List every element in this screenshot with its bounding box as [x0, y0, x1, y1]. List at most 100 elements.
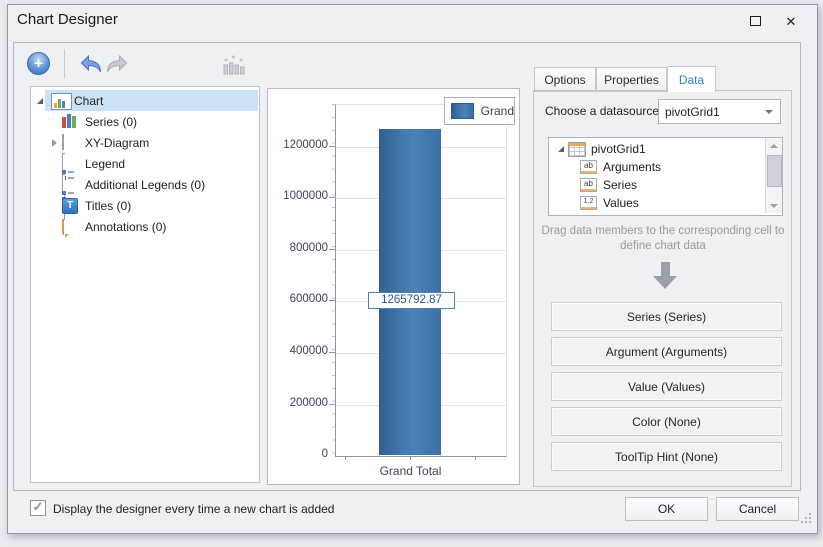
- tab-properties[interactable]: Properties: [596, 67, 667, 92]
- tree-item-annotations[interactable]: Annotations (0): [32, 216, 258, 237]
- field-label: Values: [603, 196, 639, 210]
- cell-color[interactable]: Color (None): [551, 407, 782, 436]
- chevron-down-icon: [765, 110, 773, 114]
- tree-item-chart[interactable]: Chart: [32, 90, 258, 111]
- datasource-label: Choose a datasource:: [545, 104, 662, 118]
- y-tick-label: 800000: [268, 242, 328, 254]
- field-label: pivotGrid1: [591, 142, 646, 156]
- tab-label: Properties: [604, 73, 659, 87]
- series-icon: [62, 114, 77, 128]
- annotations-icon: [62, 219, 64, 235]
- legend-label: Grand: [481, 104, 514, 118]
- datasource-fields-tree: pivotGrid1 ab Arguments ab Series 1.2 Va…: [548, 137, 783, 216]
- field-label: Series: [603, 178, 637, 192]
- tree-item-label: Additional Legends (0): [85, 178, 205, 192]
- chart-icon: [51, 93, 72, 110]
- field-item-arguments[interactable]: ab Arguments: [550, 158, 661, 176]
- scrollbar[interactable]: [765, 138, 782, 213]
- add-chart-element-button[interactable]: +: [27, 52, 50, 75]
- window-title: Chart Designer: [17, 11, 118, 28]
- scroll-up-button[interactable]: [766, 138, 782, 153]
- y-axis-minor-ticks: [332, 104, 335, 455]
- arrow-down-icon: [661, 262, 670, 276]
- ab-icon: ab: [580, 160, 597, 174]
- field-item-series[interactable]: ab Series: [550, 176, 637, 194]
- y-tick-label: 1000000: [268, 190, 328, 202]
- xy-diagram-icon: [62, 134, 64, 150]
- tree-item-additional-legends[interactable]: Additional Legends (0): [32, 174, 258, 195]
- collapse-triangle-icon[interactable]: [49, 139, 59, 147]
- resize-grip-icon: [797, 509, 813, 525]
- scroll-down-button[interactable]: [766, 198, 782, 213]
- ok-label: OK: [658, 502, 675, 516]
- display-designer-checkbox[interactable]: ✓: [30, 500, 46, 516]
- bar-value-label: 1265792.87: [368, 292, 455, 309]
- maximize-button[interactable]: [744, 11, 766, 31]
- tree-selection: Chart: [45, 90, 258, 111]
- table-icon: [568, 142, 586, 157]
- tree-item-titles[interactable]: T Titles (0): [32, 195, 258, 216]
- chart-legend[interactable]: Grand: [444, 97, 515, 125]
- chart-palette-icon: [221, 52, 246, 76]
- field-item-pivotgrid[interactable]: pivotGrid1: [550, 140, 646, 158]
- y-tick-label: 0: [268, 448, 328, 460]
- ab-icon: ab: [580, 178, 597, 192]
- checkbox-label[interactable]: Display the designer every time a new ch…: [53, 502, 334, 516]
- cell-series[interactable]: Series (Series): [551, 302, 782, 331]
- ok-button[interactable]: OK: [625, 497, 708, 521]
- redo-button[interactable]: [105, 55, 129, 76]
- tree-item-xy-diagram[interactable]: XY-Diagram: [32, 132, 258, 153]
- tree-item-label: Chart: [74, 94, 103, 108]
- expand-triangle-icon[interactable]: [35, 98, 45, 104]
- chart-palette-button[interactable]: [221, 52, 246, 79]
- plus-icon: +: [34, 56, 43, 71]
- cell-tooltip-hint[interactable]: ToolTip Hint (None): [551, 442, 782, 471]
- y-tick-label: 600000: [268, 293, 328, 305]
- cell-label: Value (Values): [628, 380, 705, 394]
- cell-label: ToolTip Hint (None): [615, 450, 718, 464]
- tab-label: Options: [544, 73, 585, 87]
- y-tick-label: 400000: [268, 345, 328, 357]
- chart-designer-screenshot: Chart Designer ✕ +: [0, 0, 823, 547]
- legend-swatch: [451, 103, 474, 119]
- redo-icon: [105, 55, 129, 73]
- expand-triangle-icon[interactable]: [556, 146, 566, 152]
- tree-item-label: Titles (0): [85, 199, 131, 213]
- tab-label: Data: [679, 73, 704, 87]
- cell-value[interactable]: Value (Values): [551, 372, 782, 401]
- undo-icon: [79, 55, 103, 73]
- cell-label: Series (Series): [627, 310, 706, 324]
- tab-options[interactable]: Options: [534, 67, 596, 92]
- tree-item-label: Annotations (0): [85, 220, 166, 234]
- cell-label: Argument (Arguments): [606, 345, 727, 359]
- numeric-icon: 1.2: [580, 196, 597, 210]
- scrollbar-thumb[interactable]: [767, 155, 782, 187]
- cancel-button[interactable]: Cancel: [716, 497, 799, 521]
- cell-argument[interactable]: Argument (Arguments): [551, 337, 782, 366]
- chart-elements-tree: Chart Series (0) XY-Diagram Legend Addit…: [30, 86, 260, 483]
- field-label: Arguments: [603, 160, 661, 174]
- toolbar-separator: [64, 49, 65, 78]
- scroll-down-icon: [770, 204, 778, 208]
- tree-item-label: Series (0): [85, 115, 137, 129]
- datasource-combobox[interactable]: pivotGrid1: [658, 99, 781, 124]
- tree-item-series[interactable]: Series (0): [32, 111, 258, 132]
- x-axis-label: Grand Total: [350, 464, 471, 478]
- y-tick-label: 200000: [268, 397, 328, 409]
- cell-label: Color (None): [632, 415, 701, 429]
- maximize-icon: [750, 16, 761, 26]
- scroll-up-icon: [770, 144, 778, 148]
- cancel-label: Cancel: [739, 502, 776, 516]
- y-tick-label: 1200000: [268, 139, 328, 151]
- resize-grip[interactable]: [797, 509, 813, 528]
- tab-data[interactable]: Data: [667, 66, 716, 92]
- check-icon: ✓: [33, 499, 44, 515]
- titles-icon: T: [62, 198, 78, 214]
- close-icon: ✕: [786, 15, 797, 28]
- close-button[interactable]: ✕: [780, 11, 802, 31]
- undo-button[interactable]: [79, 55, 103, 76]
- tree-item-label: Legend: [85, 157, 125, 171]
- tree-item-legend[interactable]: Legend: [32, 153, 258, 174]
- tree-item-label: XY-Diagram: [85, 136, 149, 150]
- field-item-values[interactable]: 1.2 Values: [550, 194, 639, 212]
